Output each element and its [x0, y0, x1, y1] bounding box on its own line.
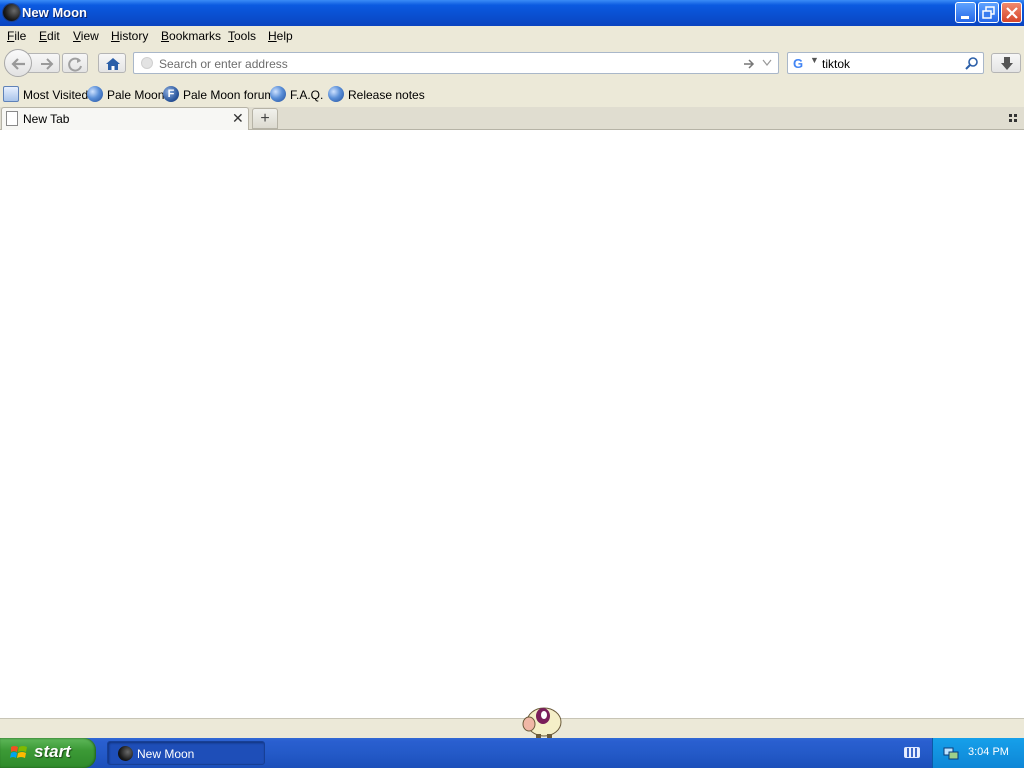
window-titlebar[interactable]: New Moon	[0, 0, 1024, 26]
home-icon	[106, 58, 120, 70]
search-input[interactable]: tiktok	[822, 57, 850, 71]
page-content-area[interactable]	[0, 130, 1024, 718]
navigation-toolbar: Search or enter address G ▼ tiktok	[0, 46, 1024, 82]
status-bar	[0, 718, 1024, 738]
menu-help[interactable]: Help	[268, 29, 293, 43]
system-clock[interactable]: 3:04 PM	[968, 746, 1009, 758]
download-arrow-icon	[1001, 57, 1013, 70]
site-identity-icon[interactable]	[141, 57, 153, 69]
bookmark-label: Release notes	[348, 88, 425, 102]
page-icon	[6, 111, 18, 126]
downloads-button[interactable]	[991, 53, 1021, 73]
back-arrow-icon	[11, 58, 25, 70]
menu-bookmarks[interactable]: Bookmarks	[161, 29, 221, 43]
url-history-dropdown-icon[interactable]	[762, 59, 772, 67]
pale-moon-globe-icon	[87, 86, 103, 102]
menu-history[interactable]: History	[111, 29, 148, 43]
tab-new-tab[interactable]: New Tab ✕	[1, 107, 249, 130]
keyboard-language-icon[interactable]	[904, 747, 920, 758]
bookmarks-toolbar: Most Visited Pale Moon F Pale Moon forum…	[0, 82, 1024, 107]
new-moon-app-icon[interactable]	[3, 4, 20, 21]
address-placeholder: Search or enter address	[159, 57, 288, 71]
taskbar-item-new-moon[interactable]: New Moon	[107, 741, 265, 765]
back-button[interactable]	[4, 49, 32, 77]
address-bar[interactable]: Search or enter address	[133, 52, 779, 74]
engine-dropdown-icon[interactable]: ▼	[810, 55, 819, 65]
bookmark-label: Most Visited	[23, 88, 89, 102]
bookmark-label: Pale Moon	[107, 88, 165, 102]
pale-moon-globe-icon	[270, 86, 286, 102]
network-icon[interactable]	[943, 745, 959, 761]
windows-taskbar: start New Moon 3:04 PM	[0, 738, 1024, 768]
menu-edit[interactable]: Edit	[39, 29, 60, 43]
go-arrow-icon[interactable]	[742, 57, 756, 71]
minimize-button[interactable]	[955, 2, 976, 23]
back-forward-group	[4, 49, 62, 77]
forum-icon: F	[163, 86, 179, 102]
close-window-button[interactable]	[1001, 2, 1022, 23]
new-moon-app-icon	[118, 746, 133, 761]
start-label: start	[34, 742, 71, 761]
restore-button[interactable]	[978, 2, 999, 23]
search-icon[interactable]	[965, 56, 979, 70]
reload-button[interactable]	[62, 53, 88, 73]
window-title: New Moon	[22, 5, 87, 20]
reload-icon	[68, 57, 82, 72]
tab-close-icon[interactable]: ✕	[232, 110, 244, 127]
search-bar[interactable]: G ▼ tiktok	[787, 52, 984, 74]
new-tab-button[interactable]: +	[252, 108, 278, 129]
pale-moon-globe-icon	[328, 86, 344, 102]
menu-file[interactable]: File	[7, 29, 26, 43]
bookmark-label: F.A.Q.	[290, 88, 324, 102]
restore-icon	[982, 6, 995, 19]
taskbar-item-label: New Moon	[137, 747, 195, 761]
windows-logo-icon	[10, 746, 27, 758]
bookmark-label: Pale Moon forum	[183, 88, 275, 102]
close-icon	[1006, 7, 1018, 19]
menu-view[interactable]: View	[73, 29, 99, 43]
google-engine-icon[interactable]: G	[793, 56, 803, 71]
list-all-tabs-icon[interactable]	[1008, 112, 1020, 124]
minimize-icon	[961, 16, 969, 19]
desktop-pet-mascot-icon[interactable]	[520, 702, 564, 740]
system-tray: 3:04 PM	[932, 738, 1024, 768]
tab-strip: New Tab ✕ +	[0, 107, 1024, 130]
home-button[interactable]	[98, 53, 126, 73]
most-visited-icon	[3, 86, 19, 102]
menu-bar: File Edit View History Bookmarks Tools H…	[0, 26, 1024, 46]
start-button[interactable]: start	[0, 738, 96, 768]
menu-tools[interactable]: Tools	[228, 29, 256, 43]
tab-title: New Tab	[23, 112, 70, 126]
